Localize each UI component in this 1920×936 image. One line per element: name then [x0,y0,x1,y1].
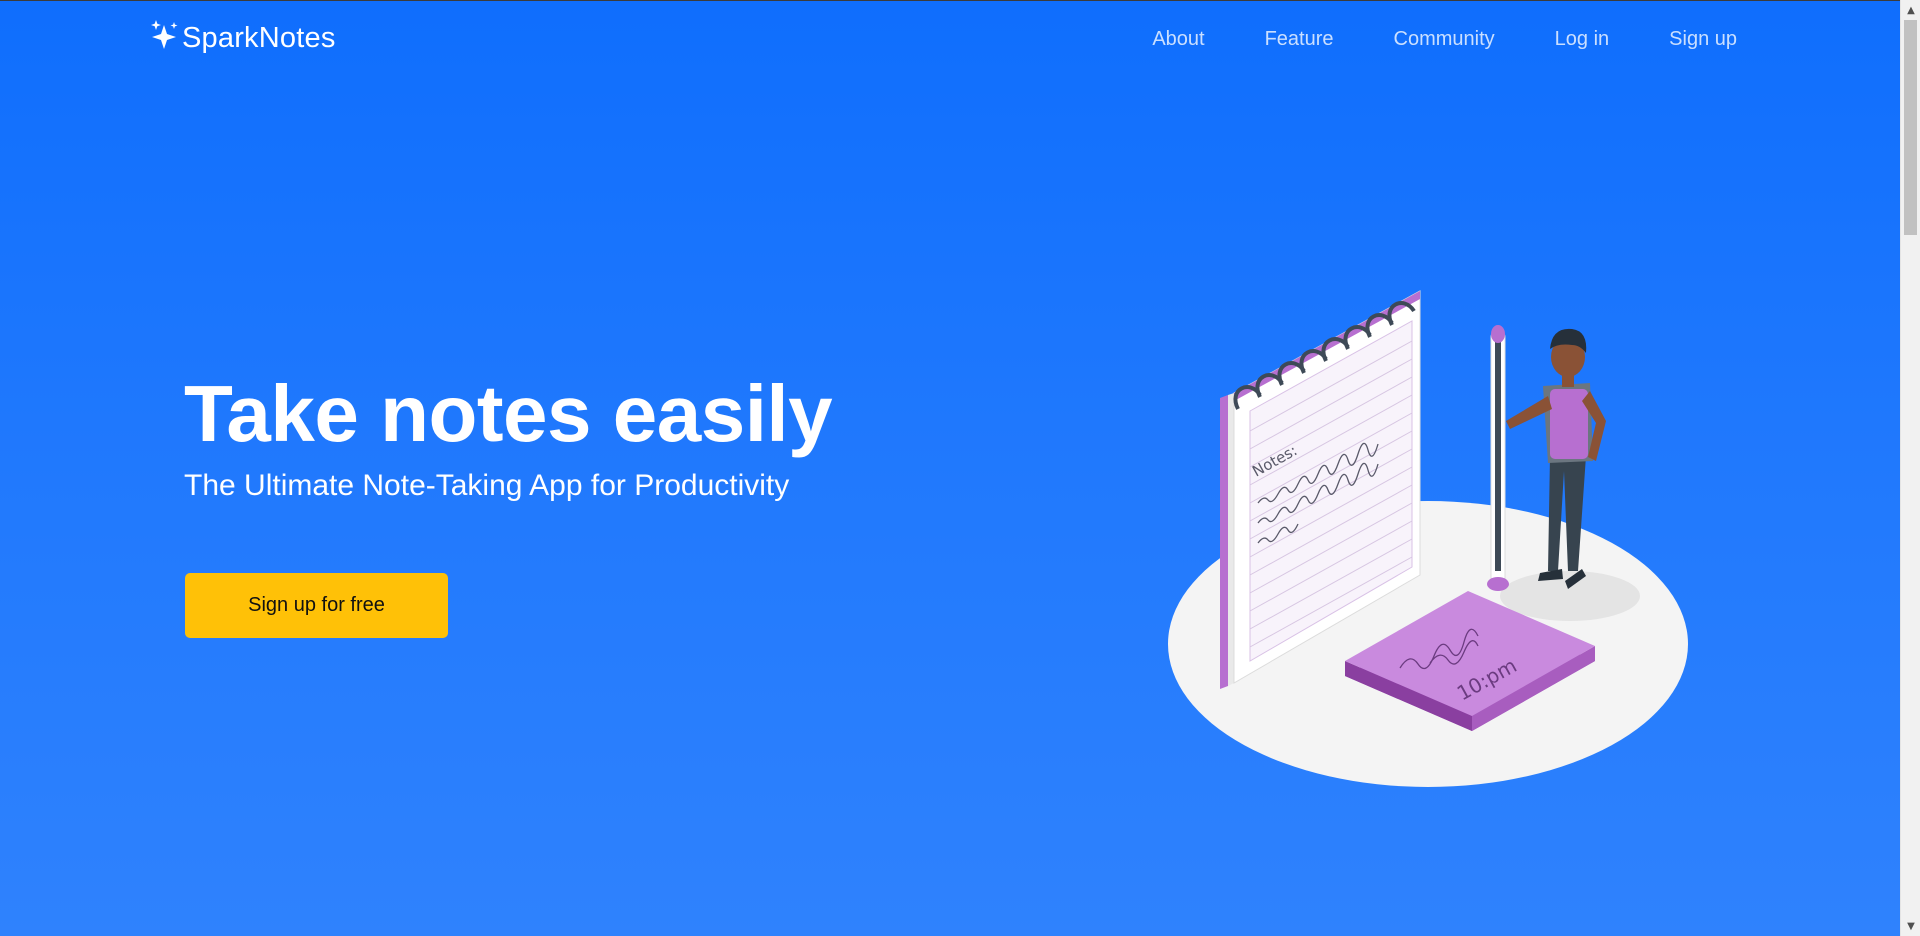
scroll-down-icon[interactable]: ▼ [1901,916,1920,936]
scroll-up-icon[interactable]: ▲ [1901,0,1920,20]
main-nav: About Feature Community Log in Sign up [1152,27,1737,51]
pen-bottom [1487,577,1509,591]
notepad-side [1220,395,1228,689]
nav-link-login[interactable]: Log in [1555,27,1610,51]
nav-link-about[interactable]: About [1152,27,1204,51]
navbar: SparkNotes About Feature Community Log i… [0,1,1900,79]
nav-link-community[interactable]: Community [1394,27,1495,51]
hero-title: Take notes easily [184,369,833,458]
brand-logo-link[interactable]: SparkNotes [148,19,336,53]
sparkles-icon [151,20,178,49]
brand-name: SparkNotes [182,21,336,54]
pen-stripe [1495,341,1501,571]
pen-cap [1491,325,1505,343]
nav-link-feature[interactable]: Feature [1265,27,1334,51]
scroll-thumb[interactable] [1904,20,1917,235]
notepad-side-edge [1228,393,1234,686]
hero-subtitle: The Ultimate Note-Taking App for Product… [184,469,790,502]
landing-page: SparkNotes About Feature Community Log i… [0,0,1900,936]
vertical-scrollbar[interactable]: ▲ ▼ [1900,0,1920,936]
nav-link-signup[interactable]: Sign up [1669,27,1737,51]
signup-free-button[interactable]: Sign up for free [185,573,448,638]
hero-illustration: Notes: 10:pm [1168,290,1688,787]
